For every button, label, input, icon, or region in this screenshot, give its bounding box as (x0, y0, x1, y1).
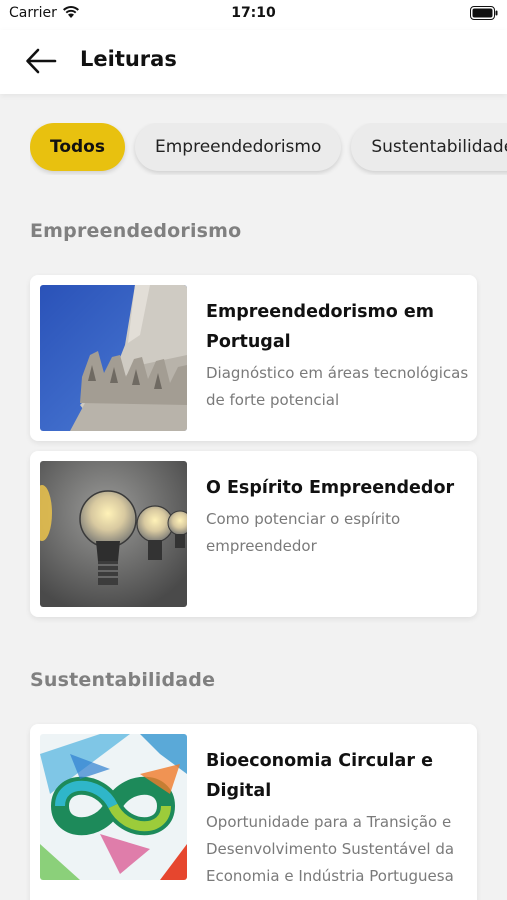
status-time: 17:10 (231, 5, 276, 21)
card-thumbnail (40, 285, 187, 431)
card-thumbnail (40, 461, 187, 607)
reading-card[interactable]: Bioeconomia Circular e Digital Oportunid… (30, 724, 477, 900)
reading-card[interactable]: Empreendedorismo em Portugal Diagnóstico… (30, 275, 477, 441)
page-title: Leituras (80, 47, 177, 71)
back-arrow-icon[interactable] (24, 44, 58, 78)
card-description: Oportunidade para a Transição e Desenvol… (206, 813, 455, 885)
card-description: Diagnóstico em áreas tecnológicas de for… (206, 364, 469, 409)
section-title-empreendedorismo: Empreendedorismo (30, 220, 242, 242)
battery-icon (470, 6, 498, 20)
card-title: Bioeconomia Circular e Digital (206, 751, 433, 801)
card-title: Empreendedorismo em Portugal (206, 302, 434, 352)
filter-chips: Todos Empreendedorismo Sustentabilidade (30, 123, 507, 175)
status-bar: Carrier 17:10 (0, 0, 507, 30)
filter-chip-sustentabilidade[interactable]: Sustentabilidade (351, 123, 507, 171)
card-description: Como potenciar o espírito empreendedor (206, 510, 401, 555)
reading-card[interactable]: O Espírito Empreendedor Como potenciar o… (30, 451, 477, 617)
card-thumbnail (40, 734, 187, 880)
nav-bar: Leituras (0, 30, 507, 94)
filter-chip-empreendedorismo[interactable]: Empreendedorismo (134, 123, 342, 171)
monument-image (40, 285, 187, 431)
filter-chip-todos[interactable]: Todos (30, 123, 125, 171)
circular-economy-image (40, 734, 187, 880)
card-title: O Espírito Empreendedor (206, 478, 455, 498)
lightbulbs-image (40, 461, 187, 607)
section-title-sustentabilidade: Sustentabilidade (30, 669, 216, 691)
